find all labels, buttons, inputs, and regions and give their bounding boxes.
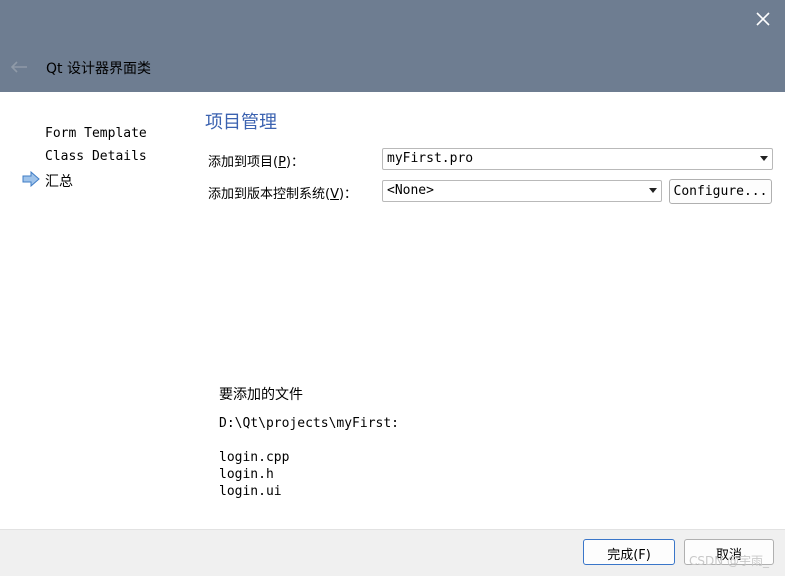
file-item: login.h bbox=[219, 467, 274, 482]
section-title: 项目管理 bbox=[205, 112, 277, 133]
vcs-select[interactable]: <None> bbox=[382, 180, 662, 202]
file-item: login.ui bbox=[219, 484, 282, 499]
files-directory: D:\Qt\projects\myFirst: bbox=[219, 416, 400, 431]
add-to-project-label: 添加到项目(P)： bbox=[208, 155, 304, 170]
sidebar-item-summary: 汇总 bbox=[45, 174, 73, 190]
vcs-select-value: <None> bbox=[387, 183, 434, 198]
project-select-value: myFirst.pro bbox=[387, 151, 474, 166]
back-button[interactable] bbox=[6, 56, 32, 78]
chevron-down-icon bbox=[649, 188, 657, 193]
title-bar: Qt 设计器界面类 bbox=[0, 0, 785, 92]
close-icon bbox=[756, 12, 770, 26]
back-arrow-icon bbox=[10, 61, 27, 73]
add-to-vcs-label: 添加到版本控制系统(V)： bbox=[208, 187, 358, 202]
sidebar-item-class-details: Class Details bbox=[45, 149, 147, 164]
configure-button[interactable]: Configure... bbox=[669, 179, 772, 204]
files-to-add-heading: 要添加的文件 bbox=[219, 387, 303, 403]
watermark: CSDN @宇雨_ bbox=[689, 554, 770, 568]
sidebar-item-form-template: Form Template bbox=[45, 126, 147, 141]
close-button[interactable] bbox=[748, 6, 778, 32]
chevron-down-icon bbox=[760, 156, 768, 161]
current-step-arrow-icon bbox=[22, 171, 40, 187]
dialog-title: Qt 设计器界面类 bbox=[46, 61, 151, 77]
project-select[interactable]: myFirst.pro bbox=[382, 148, 773, 170]
finish-button[interactable]: 完成(F) bbox=[583, 539, 675, 565]
file-item: login.cpp bbox=[219, 450, 290, 465]
